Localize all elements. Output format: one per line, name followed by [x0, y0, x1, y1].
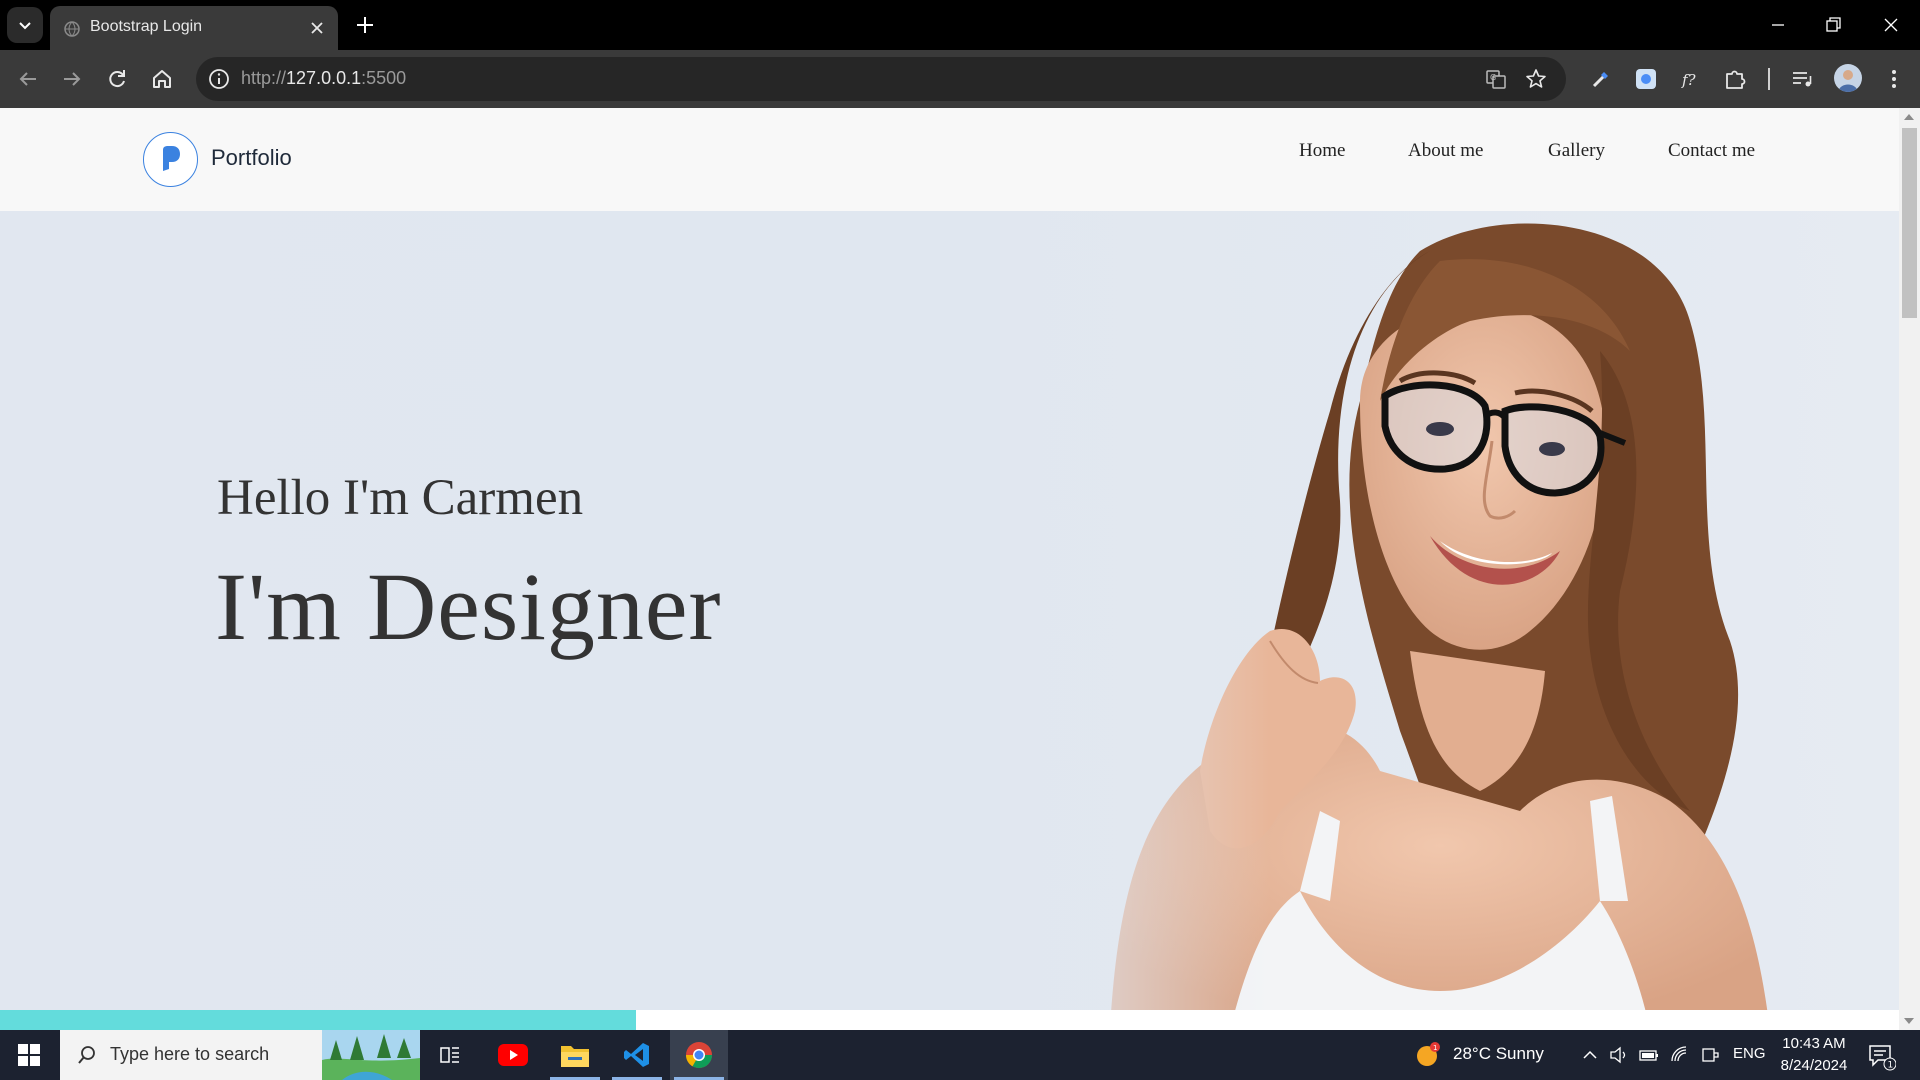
- reload-icon[interactable]: [103, 65, 131, 93]
- forward-icon[interactable]: [58, 65, 86, 93]
- scroll-up-arrow-icon[interactable]: [1904, 114, 1914, 120]
- taskbar-file-explorer[interactable]: [546, 1030, 604, 1080]
- weather-text[interactable]: 28°C Sunny: [1453, 1044, 1544, 1064]
- url-text: http://127.0.0.1:5500: [241, 68, 406, 89]
- chrome-icon: [685, 1042, 713, 1069]
- browser-tab-bar: Bootstrap Login: [0, 0, 1920, 50]
- chevron-up-icon[interactable]: [1580, 1045, 1600, 1065]
- notification-center-icon[interactable]: 1: [1866, 1041, 1896, 1071]
- task-view-icon: [440, 1047, 459, 1063]
- font-finder-icon[interactable]: f?: [1675, 64, 1705, 94]
- taskbar-search-box[interactable]: Type here to search: [60, 1030, 420, 1080]
- chevron-down-icon: [19, 22, 31, 30]
- page-scrollbar[interactable]: [1899, 108, 1920, 1030]
- search-highlight-landscape-icon: [322, 1030, 420, 1080]
- scrollbar-thumb[interactable]: [1902, 128, 1917, 318]
- taskbar-youtube[interactable]: [484, 1030, 542, 1080]
- restore-icon[interactable]: [1821, 13, 1845, 37]
- globe-icon: [64, 21, 80, 37]
- back-icon[interactable]: [14, 65, 42, 93]
- brand-logo[interactable]: [143, 132, 198, 187]
- taskbar-vscode[interactable]: [608, 1030, 666, 1080]
- extension-puzzle-app-icon[interactable]: [1631, 64, 1661, 94]
- taskbar-task-view[interactable]: [421, 1030, 479, 1080]
- scroll-down-arrow-icon[interactable]: [1904, 1018, 1914, 1024]
- input-language[interactable]: ENG: [1733, 1045, 1766, 1062]
- search-icon: [78, 1046, 95, 1064]
- clock-date[interactable]: 8/24/2024: [1769, 1057, 1859, 1074]
- portfolio-logo-icon: [163, 146, 180, 171]
- avatar-person-icon: [1838, 70, 1858, 92]
- svg-text:f?: f?: [1681, 71, 1697, 89]
- close-window-icon[interactable]: [1879, 13, 1903, 37]
- browser-tab-active[interactable]: Bootstrap Login: [50, 6, 338, 50]
- weather-badge: 1: [1433, 1044, 1437, 1052]
- folder-icon: [561, 1046, 589, 1067]
- scroll-progress-bar: [0, 1010, 1899, 1030]
- hero-portrait-image: [1000, 211, 1899, 1030]
- url-port: :5500: [361, 68, 407, 88]
- weather-sun-icon[interactable]: 1: [1415, 1042, 1441, 1068]
- new-tab-icon[interactable]: [352, 12, 378, 38]
- wifi-icon[interactable]: [1670, 1045, 1690, 1065]
- scroll-progress-fill: [0, 1010, 637, 1030]
- nav-link-about[interactable]: About me: [1408, 140, 1483, 162]
- hero-title: I'm Designer: [215, 553, 722, 660]
- media-controls-icon[interactable]: [1787, 64, 1817, 94]
- extensions-icon[interactable]: [1720, 64, 1750, 94]
- clock-time[interactable]: 10:43 AM: [1769, 1035, 1859, 1052]
- color-picker-extension-icon[interactable]: [1586, 64, 1616, 94]
- nav-link-home[interactable]: Home: [1299, 140, 1345, 162]
- site-navbar: Portfolio Home About me Gallery Contact …: [0, 108, 1899, 211]
- site-info-icon[interactable]: [206, 66, 232, 92]
- device-icon[interactable]: [1700, 1045, 1720, 1065]
- translate-icon[interactable]: G: [1484, 67, 1508, 91]
- url-host: 127.0.0.1: [286, 68, 362, 88]
- close-tab-icon[interactable]: [308, 19, 326, 37]
- home-icon[interactable]: [148, 65, 176, 93]
- notification-count: 1: [1888, 1061, 1894, 1071]
- tab-search-button[interactable]: [7, 7, 43, 43]
- url-scheme: http://: [241, 68, 287, 88]
- address-bar[interactable]: http://127.0.0.1:5500 G: [196, 57, 1566, 101]
- battery-icon[interactable]: [1639, 1045, 1659, 1065]
- vscode-icon: [624, 1043, 649, 1067]
- hero-greeting: Hello I'm Carmen: [217, 470, 584, 526]
- svg-text:G: G: [1490, 73, 1496, 82]
- page-viewport: Portfolio Home About me Gallery Contact …: [0, 108, 1899, 1030]
- nav-link-contact[interactable]: Contact me: [1668, 140, 1755, 162]
- bookmark-star-icon[interactable]: [1524, 67, 1548, 91]
- brand-name[interactable]: Portfolio: [211, 145, 292, 171]
- search-placeholder: Type here to search: [110, 1044, 270, 1064]
- hero-section: Hello I'm Carmen I'm Designer: [0, 211, 1899, 1030]
- volume-icon[interactable]: [1609, 1045, 1629, 1065]
- windows-logo-icon: [18, 1044, 40, 1066]
- browser-toolbar: http://127.0.0.1:5500 G f?: [0, 50, 1920, 108]
- youtube-icon: [498, 1044, 528, 1066]
- start-button[interactable]: [0, 1030, 58, 1080]
- minimize-icon[interactable]: [1766, 13, 1790, 37]
- taskbar-chrome[interactable]: [670, 1030, 728, 1080]
- profile-avatar[interactable]: [1834, 64, 1862, 92]
- tab-title: Bootstrap Login: [90, 18, 203, 35]
- windows-taskbar: Type here to search 1 28°C Sunny ENG 10:…: [0, 1030, 1920, 1080]
- more-menu-icon[interactable]: [1879, 64, 1909, 94]
- toolbar-divider: [1768, 68, 1770, 90]
- nav-link-gallery[interactable]: Gallery: [1548, 140, 1605, 162]
